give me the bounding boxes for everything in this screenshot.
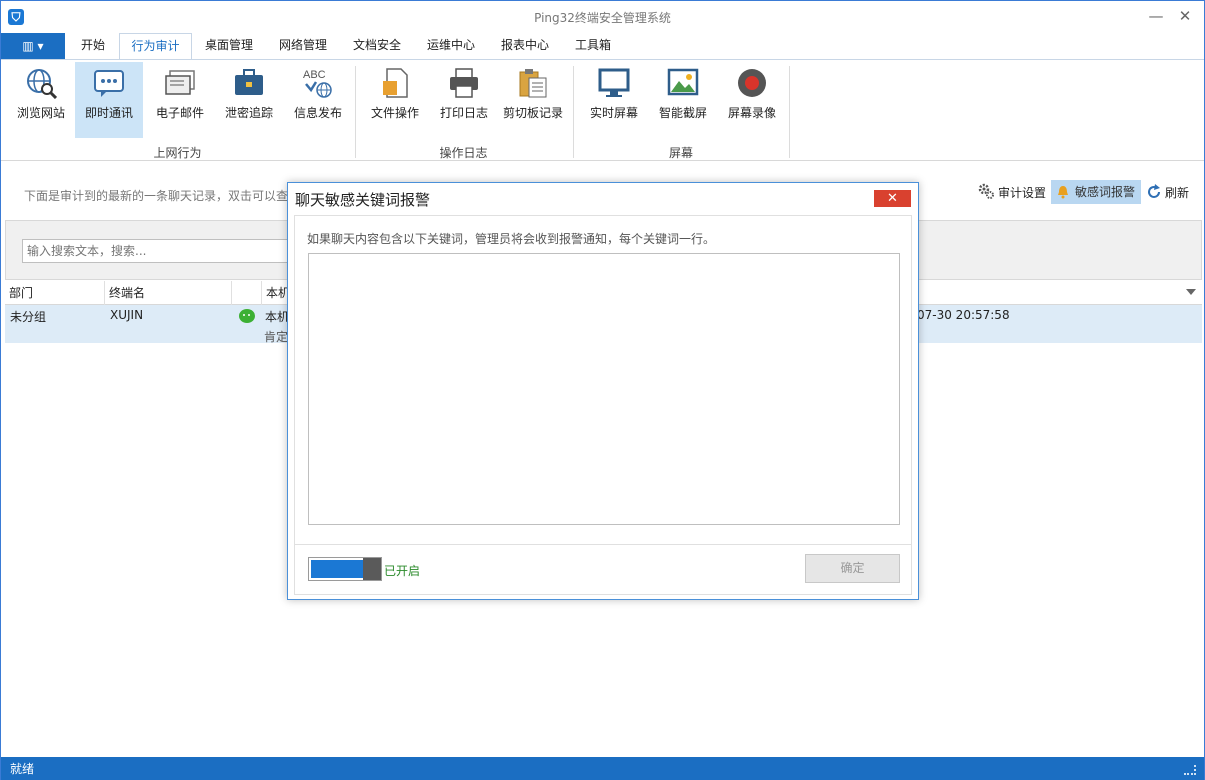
info-publish-button[interactable]: ABC 信息发布	[284, 62, 352, 138]
browse-web-button[interactable]: 浏览网站	[7, 62, 75, 138]
live-screen-label: 实时屏幕	[589, 106, 638, 120]
browse-web-label: 浏览网站	[16, 106, 65, 120]
info-publish-label: 信息发布	[293, 106, 342, 120]
ribbon-separator	[573, 66, 574, 158]
file-operation-button[interactable]: 文件操作	[361, 62, 429, 138]
tab-desktop-management[interactable]: 桌面管理	[198, 33, 260, 59]
audit-settings-button[interactable]: 审计设置	[998, 180, 1046, 206]
record-icon	[738, 69, 766, 97]
tab-ops-center[interactable]: 运维中心	[420, 33, 482, 59]
dialog-divider	[295, 544, 911, 545]
app-window: ⛉ Ping32终端安全管理系统 — ✕ ▥ ▾ 开始 行为审计 桌面管理 网络…	[0, 0, 1205, 780]
info-text: 下面是审计到的最新的一条聊天记录，双击可以查	[24, 189, 289, 203]
toggle-knob[interactable]	[363, 558, 381, 580]
tab-document-security[interactable]: 文档安全	[346, 33, 408, 59]
window-title: Ping32终端安全管理系统	[534, 11, 671, 25]
toggle-status-label: 已开启	[384, 564, 421, 578]
tab-report-center[interactable]: 报表中心	[494, 33, 556, 59]
screen-recording-label: 屏幕录像	[727, 106, 776, 120]
ribbon-tabbar: ▥ ▾ 开始 行为审计 桌面管理 网络管理 文档安全 运维中心 报表中心 工具箱	[1, 33, 1204, 60]
column-header-department[interactable]: 部门	[5, 281, 105, 305]
status-text: 就绪	[10, 762, 35, 776]
title-bar: ⛉ Ping32终端安全管理系统 — ✕	[1, 1, 1204, 33]
dialog-close-button[interactable]: ✕	[874, 190, 911, 207]
search-input[interactable]	[22, 239, 302, 263]
dialog-title: 聊天敏感关键词报警	[295, 191, 431, 209]
globe-search-icon	[27, 69, 57, 99]
wechat-icon	[239, 309, 255, 323]
status-bar: 就绪	[1, 757, 1204, 780]
keyword-alert-dialog: 聊天敏感关键词报警 ✕ 如果聊天内容包含以下关键词，管理员将会收到报警通知，每个…	[287, 182, 919, 600]
dialog-description: 如果聊天内容包含以下关键词，管理员将会收到报警通知，每个关键词一行。	[307, 232, 716, 246]
file-operation-label: 文件操作	[370, 106, 419, 120]
tab-behavior-audit[interactable]: 行为审计	[119, 33, 192, 60]
email-button[interactable]: 电子邮件	[146, 62, 214, 138]
print-log-label: 打印日志	[439, 106, 488, 120]
screen-recording-button[interactable]: 屏幕录像	[718, 62, 786, 138]
instant-messaging-button[interactable]: 即时通讯	[75, 62, 143, 138]
column-dropdown-icon[interactable]	[1186, 289, 1196, 295]
cell-local-line2: 肯定	[264, 330, 289, 344]
smart-screenshot-label: 智能截屏	[658, 106, 707, 120]
print-log-button[interactable]: 打印日志	[430, 62, 498, 138]
cell-terminal: XUJIN	[110, 308, 144, 322]
instant-messaging-label: 即时通讯	[84, 106, 133, 120]
alert-toggle-switch[interactable]	[308, 557, 382, 581]
clipboard-record-label: 剪切板记录	[502, 106, 563, 120]
keyword-alert-label: 敏感词报警	[1075, 185, 1136, 199]
tab-network-management[interactable]: 网络管理	[272, 33, 334, 59]
ribbon-panel: 浏览网站 即时通讯 电子邮件 泄密追踪 ABC 信息发布 上网行为 文件操作 打…	[1, 59, 1204, 161]
tab-toolbox[interactable]: 工具箱	[568, 33, 618, 59]
group-label-screen: 屏幕	[668, 146, 693, 160]
file-icon	[383, 68, 408, 98]
minimize-button[interactable]: —	[1143, 5, 1169, 27]
keyword-alert-button[interactable]: 敏感词报警	[1051, 180, 1141, 204]
email-icon	[165, 70, 195, 95]
leak-tracking-label: 泄密追踪	[224, 106, 273, 120]
keywords-textarea[interactable]	[308, 253, 900, 525]
bell-icon	[1058, 186, 1068, 199]
image-icon	[667, 68, 699, 96]
leak-tracking-button[interactable]: 泄密追踪	[215, 62, 283, 138]
group-label-web-behavior: 上网行为	[153, 146, 202, 160]
toggle-on-fill	[311, 560, 363, 578]
abc-globe-icon: ABC	[303, 69, 332, 98]
file-menu-button[interactable]: ▥ ▾	[1, 33, 65, 59]
live-screen-button[interactable]: 实时屏幕	[580, 62, 648, 138]
cell-time: 07-30 20:57:58	[917, 308, 1010, 322]
monitor-icon	[598, 68, 630, 97]
column-header-type[interactable]	[232, 281, 262, 305]
briefcase-icon	[235, 69, 263, 95]
resize-grip-icon[interactable]	[1184, 765, 1196, 775]
close-window-button[interactable]: ✕	[1172, 5, 1198, 27]
svg-text:ABC: ABC	[303, 69, 326, 81]
refresh-button[interactable]: 刷新	[1165, 180, 1189, 206]
printer-icon	[450, 68, 478, 98]
gear-icon[interactable]	[977, 182, 995, 200]
cell-department: 未分组	[10, 310, 47, 324]
clipboard-record-button[interactable]: 剪切板记录	[499, 62, 567, 138]
ok-button[interactable]: 确定	[805, 554, 900, 583]
refresh-icon[interactable]	[1146, 184, 1162, 200]
smart-screenshot-button[interactable]: 智能截屏	[649, 62, 717, 138]
column-header-terminal[interactable]: 终端名	[105, 281, 232, 305]
ribbon-separator	[789, 66, 790, 158]
tab-start[interactable]: 开始	[73, 33, 113, 59]
cell-local-line1: 本机	[265, 310, 290, 324]
chat-bubble-icon	[94, 70, 124, 97]
dialog-body: 如果聊天内容包含以下关键词，管理员将会收到报警通知，每个关键词一行。 已开启 确…	[294, 215, 912, 595]
email-label: 电子邮件	[155, 106, 204, 120]
group-label-operation-log: 操作日志	[439, 146, 488, 160]
clipboard-icon	[519, 69, 547, 98]
ribbon-separator	[355, 66, 356, 158]
